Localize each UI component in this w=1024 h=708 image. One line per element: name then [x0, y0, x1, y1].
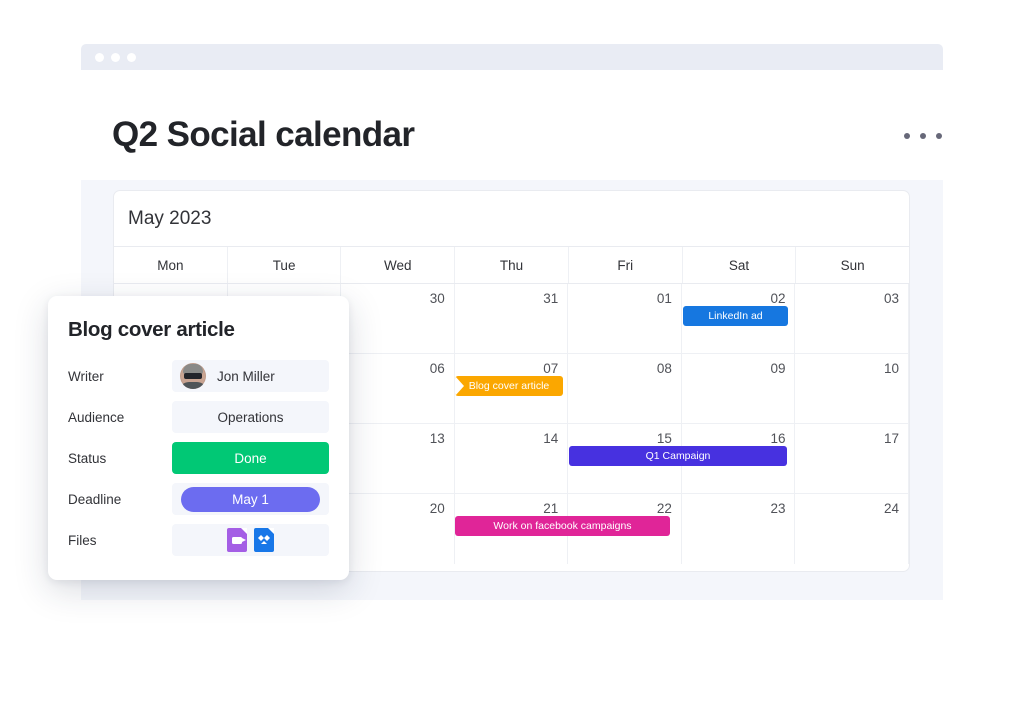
window-dot-close[interactable] [95, 52, 104, 62]
field-writer: Writer Jon Miller [68, 360, 329, 392]
dropbox-file-icon[interactable] [254, 528, 274, 552]
day-number: 02 [770, 291, 786, 306]
day-cell[interactable]: 06 [341, 354, 455, 423]
avatar-shirt [180, 382, 206, 389]
day-cell[interactable]: 23 [682, 494, 796, 564]
weekday-tue: Tue [228, 247, 342, 283]
weekday-sat: Sat [683, 247, 797, 283]
avatar [180, 363, 206, 389]
day-number: 06 [429, 361, 445, 376]
day-cell[interactable]: 31 [455, 284, 569, 353]
day-cell[interactable]: 17 [795, 424, 909, 493]
field-label-files: Files [68, 532, 97, 548]
weekday-thu: Thu [455, 247, 569, 283]
field-value-writer[interactable]: Jon Miller [172, 360, 329, 392]
day-cell[interactable]: 03 [795, 284, 909, 353]
day-cell[interactable]: 14 [455, 424, 569, 493]
field-label-writer: Writer [68, 368, 104, 384]
day-cell[interactable]: 10 [795, 354, 909, 423]
dropbox-glyph [258, 534, 270, 546]
window-chrome-bar [81, 44, 943, 70]
avatar-sunglasses [184, 373, 202, 379]
field-label-audience: Audience [68, 409, 125, 425]
event-chip-linkedin-ad[interactable]: LinkedIn ad [683, 306, 788, 326]
day-number: 13 [429, 431, 445, 446]
day-cell[interactable]: 13 [341, 424, 455, 493]
day-number: 08 [656, 361, 672, 376]
video-camera-glyph [232, 536, 246, 544]
day-number: 01 [656, 291, 672, 306]
calendar-header: May 2023 [114, 191, 909, 247]
day-number: 16 [770, 431, 786, 446]
kebab-dot-1 [904, 133, 910, 139]
window-dot-maximize[interactable] [127, 52, 136, 62]
field-value-files[interactable] [172, 524, 329, 556]
deadline-badge: May 1 [181, 486, 320, 512]
day-number: 07 [543, 361, 559, 376]
status-badge: Done [172, 442, 329, 474]
weekday-mon: Mon [114, 247, 228, 283]
field-value-audience[interactable]: Operations [172, 401, 329, 433]
day-number: 21 [543, 501, 559, 516]
field-files: Files [68, 524, 329, 556]
field-deadline: Deadline May 1 [68, 483, 329, 515]
calendar-month-label: May 2023 [128, 207, 212, 229]
day-cell[interactable]: 30 [341, 284, 455, 353]
kebab-menu-icon[interactable] [904, 128, 942, 144]
weekday-sun: Sun [840, 257, 865, 273]
event-chip-q1-campaign[interactable]: Q1 Campaign [569, 446, 787, 466]
file-list [227, 528, 274, 552]
weekday-header-row: Mon Tue Wed Thu Fri Sat Sun [114, 247, 909, 284]
day-number: 20 [429, 501, 445, 516]
field-label-deadline: Deadline [68, 491, 122, 507]
event-chip-work-on-facebook-campaigns[interactable]: Work on facebook campaigns [455, 516, 670, 536]
field-audience: Audience Operations [68, 401, 329, 433]
video-file-icon[interactable] [227, 528, 247, 552]
app-root: Q2 Social calendar May 2023 Mon Tue Wed … [0, 0, 1024, 708]
day-number: 09 [770, 361, 786, 376]
day-number: 15 [656, 431, 672, 446]
day-cell[interactable]: 09 [682, 354, 796, 423]
weekday-fri: Fri [569, 247, 683, 283]
day-number: 03 [884, 291, 900, 306]
window-dot-minimize[interactable] [111, 52, 120, 62]
field-status: Status Done [68, 442, 329, 474]
day-number: 14 [543, 431, 559, 446]
day-number: 23 [770, 501, 786, 516]
task-detail-card: Blog cover article Writer Jon Miller Aud… [48, 296, 349, 580]
day-number: 30 [429, 291, 445, 306]
day-cell[interactable]: 08 [568, 354, 682, 423]
kebab-dot-2 [920, 133, 926, 139]
day-number: 24 [884, 501, 900, 516]
day-number: 31 [543, 291, 559, 306]
day-number: 10 [884, 361, 900, 376]
day-cell[interactable]: 24 [795, 494, 909, 564]
event-chip-blog-cover-article[interactable]: Blog cover article [455, 376, 563, 396]
field-value-status[interactable]: Done [172, 442, 329, 474]
writer-name: Jon Miller [217, 368, 275, 384]
day-number: 17 [884, 431, 900, 446]
day-cell[interactable]: 01 [568, 284, 682, 353]
field-label-status: Status [68, 450, 107, 466]
weekday-wed: Wed [341, 247, 456, 283]
detail-card-title: Blog cover article [68, 318, 235, 341]
day-cell[interactable]: 20 [341, 494, 455, 564]
day-number: 22 [656, 501, 672, 516]
page-title: Q2 Social calendar [112, 115, 415, 154]
kebab-dot-3 [936, 133, 942, 139]
field-value-deadline[interactable]: May 1 [172, 483, 329, 515]
